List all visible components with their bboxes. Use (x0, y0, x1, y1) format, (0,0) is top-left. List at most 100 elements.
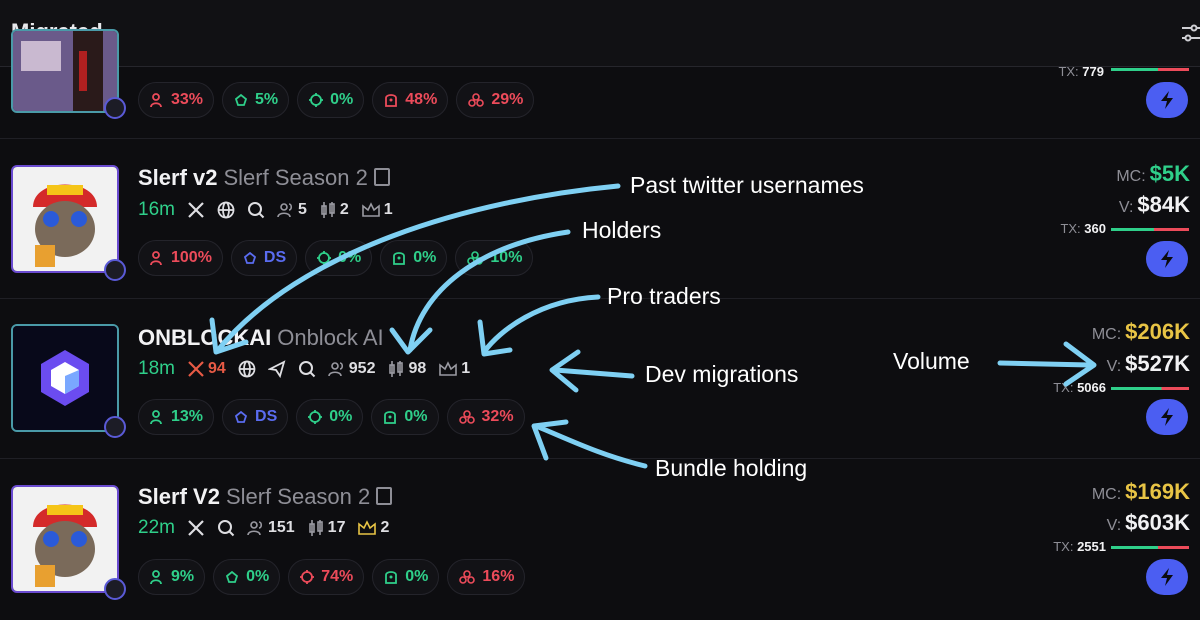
quick-buy-button[interactable] (1146, 559, 1188, 595)
bundle-pill: 32% (446, 399, 525, 435)
insider-icon (383, 569, 399, 585)
token-name-line: Slerf V2 Slerf Season 2 (138, 484, 393, 510)
dev-icon (242, 250, 258, 266)
copy-icon[interactable] (373, 168, 390, 186)
holders-count: 151 (247, 519, 295, 537)
dexscreener-pill[interactable]: DS (230, 240, 298, 276)
tx-ratio-bar (1111, 387, 1189, 390)
x-twitter-renames[interactable]: 94 (187, 360, 226, 378)
crown-icon (439, 361, 458, 376)
candles-icon (308, 520, 323, 536)
tx-ratio-bar (1111, 546, 1189, 549)
search-icon[interactable] (247, 201, 265, 219)
pro-traders-count: 98 (387, 360, 426, 378)
insider-pill: 0% (380, 240, 448, 276)
tx-ratio-bar (1111, 228, 1189, 231)
token-meta: 18m 94 952 98 1 (138, 358, 470, 380)
top10-icon (149, 409, 165, 425)
volume: V: $603K (1106, 510, 1190, 535)
token-avatar (11, 165, 119, 273)
token-name-line: ONBLOCKAI Onblock AI (138, 325, 384, 351)
sniper-pill: 0% (305, 240, 373, 276)
copy-icon[interactable] (376, 487, 393, 505)
token-row[interactable]: Slerf V2 Slerf Season 2 22m 151 17 2 9% 0… (0, 459, 1200, 620)
annotation-twitter: Past twitter usernames (630, 172, 864, 198)
quick-buy-button[interactable] (1146, 399, 1188, 435)
dev-pill: 0% (213, 559, 281, 595)
token-row[interactable]: ONBLOCKAI Onblock AI 18m 94 952 98 1 13% … (0, 299, 1200, 459)
token-name: Onblock AI (277, 325, 384, 350)
telegram-icon[interactable] (267, 360, 286, 378)
market-cap: MC: $169K (1091, 479, 1190, 504)
bundle-pill: 29% (456, 82, 535, 118)
sniper-icon (299, 569, 315, 585)
candles-icon (321, 202, 335, 218)
holders-icon (327, 362, 343, 377)
token-age: 22m (138, 517, 175, 538)
annotation-holders: Holders (582, 217, 662, 243)
dev-icon (233, 409, 249, 425)
dev-icon (224, 569, 240, 585)
top10-pill: 13% (138, 399, 215, 435)
sniper-pill: 74% (288, 559, 365, 595)
x-twitter-icon[interactable] (187, 201, 205, 219)
dev-migrations-count: 1 (361, 201, 393, 219)
stats-row: 33% 5% 0% 48% 29% (138, 82, 535, 118)
insider-icon (382, 409, 398, 425)
token-name: Slerf Season 2 (225, 484, 371, 509)
annotation-volume: Volume (893, 348, 970, 374)
holders-icon (247, 521, 263, 536)
holders-count: 952 (327, 360, 375, 378)
sniper-pill: 0% (296, 399, 364, 435)
token-symbol[interactable]: Slerf V2 (138, 484, 220, 509)
platform-badge (104, 259, 126, 281)
annotation-dev-migrations: Dev migrations (645, 361, 799, 387)
volume: V: $84K (1118, 192, 1190, 217)
crown-icon (361, 202, 380, 217)
token-avatar (11, 485, 119, 593)
filter-icon[interactable] (1180, 22, 1200, 44)
insider-pill: 48% (372, 82, 449, 118)
dev-migrations-count: 1 (438, 360, 470, 378)
tx-count: TX: 779 (1058, 64, 1104, 79)
insider-pill: 0% (372, 559, 440, 595)
tx-count: TX: 360 (1060, 221, 1106, 236)
pro-traders-count: 2 (319, 201, 349, 219)
token-meta: 16m 5 2 1 (138, 199, 393, 221)
market-cap: MC: $5K (1116, 161, 1190, 186)
sniper-icon (316, 250, 332, 266)
x-twitter-icon[interactable] (187, 519, 205, 537)
bolt-icon (1159, 90, 1175, 110)
quick-buy-button[interactable] (1146, 241, 1188, 277)
annotation-pro-traders: Pro traders (607, 283, 721, 309)
globe-icon[interactable] (217, 201, 235, 219)
token-symbol[interactable]: ONBLOCKAI (138, 325, 271, 350)
quick-buy-button[interactable] (1146, 82, 1188, 118)
dexscreener-pill[interactable]: DS (222, 399, 289, 435)
token-name: Slerf Season 2 (223, 165, 368, 190)
token-row[interactable]: 33% 5% 0% 48% 29% TX: 779 (0, 29, 1200, 139)
stats-row: 13% DS 0% 0% 32% (138, 399, 525, 435)
top10-icon (149, 569, 165, 585)
x-twitter-icon (188, 361, 204, 377)
token-avatar (11, 29, 119, 113)
annotation-bundle: Bundle holding (655, 455, 808, 481)
token-symbol[interactable]: Slerf v2 (138, 165, 218, 190)
tx-ratio-bar (1111, 68, 1189, 71)
token-age: 18m (138, 358, 175, 379)
search-icon[interactable] (217, 519, 235, 537)
platform-badge (104, 578, 126, 600)
stats-row: 9% 0% 74% 0% 16% (138, 559, 526, 595)
bolt-icon (1159, 249, 1175, 269)
insider-icon (391, 250, 407, 266)
token-name-line: Slerf v2 Slerf Season 2 (138, 165, 390, 191)
candles-icon (389, 361, 404, 377)
pro-traders-count: 17 (307, 519, 345, 537)
sniper-icon (308, 92, 324, 108)
search-icon[interactable] (298, 360, 316, 378)
top10-pill: 100% (138, 240, 223, 276)
platform-badge (104, 416, 126, 438)
bundle-icon (458, 569, 476, 585)
globe-icon[interactable] (238, 360, 256, 378)
volume: V: $527K (1106, 351, 1190, 376)
